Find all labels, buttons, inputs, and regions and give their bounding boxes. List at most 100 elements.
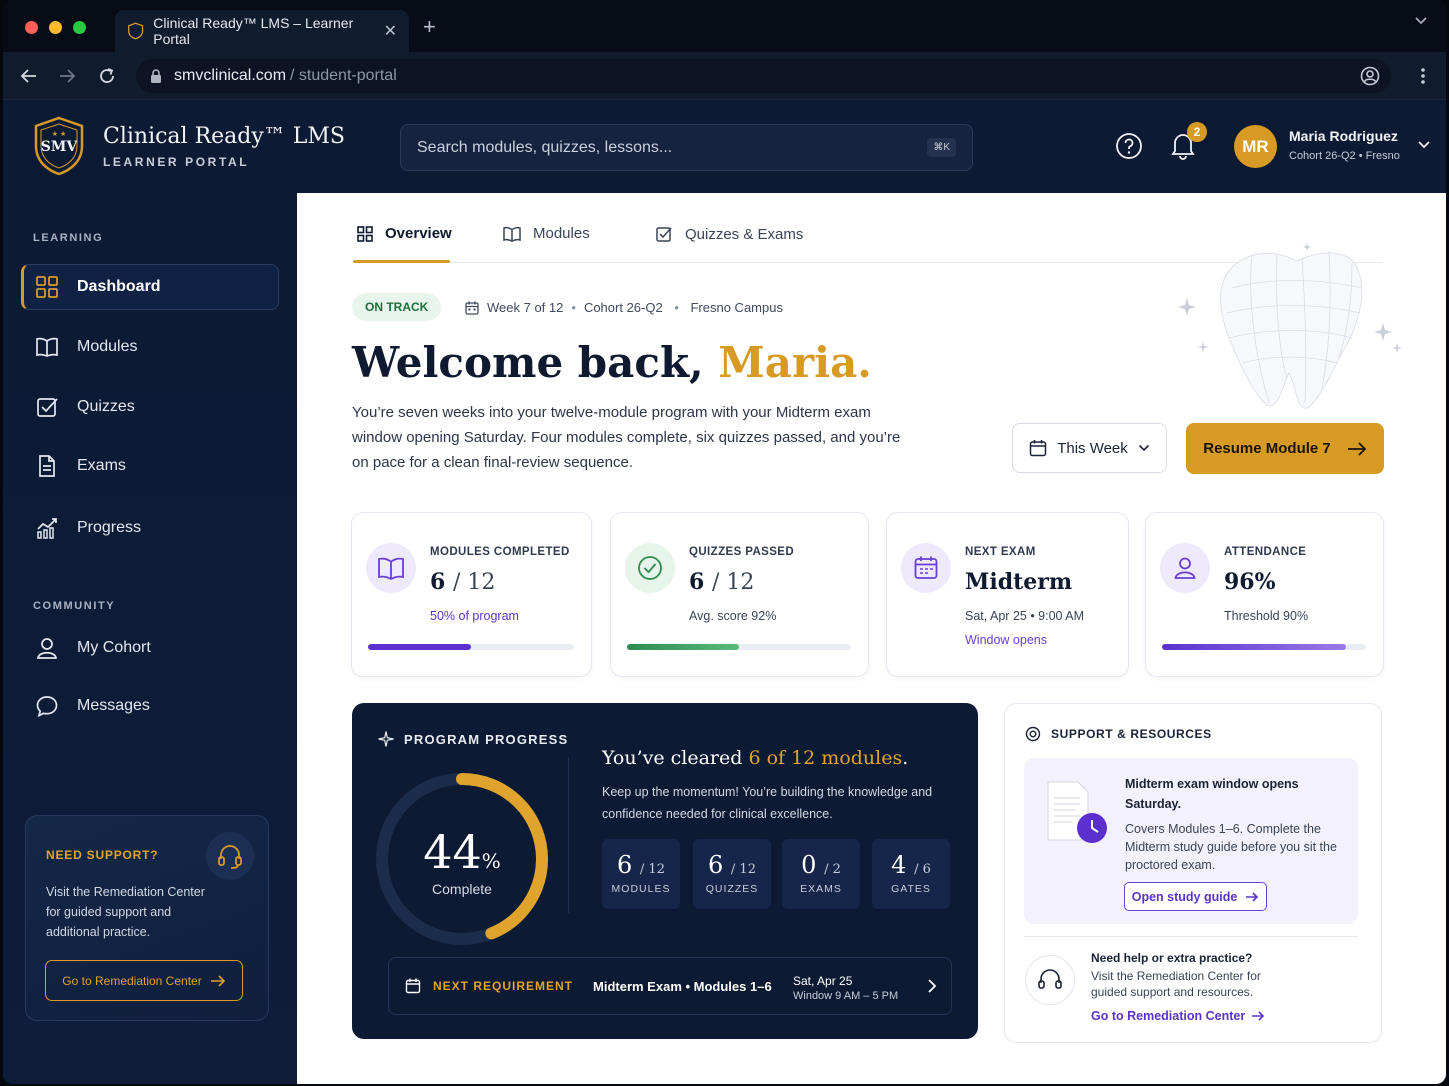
stat-label: MODULES COMPLETED [430, 546, 570, 558]
calendar-icon [901, 543, 951, 593]
minimize-window-button[interactable] [49, 21, 62, 34]
address-bar-row: smvclinical.com / student-portal [3, 52, 1446, 100]
sidebar-item-exams[interactable]: Exams [21, 443, 279, 489]
need-support-title: NEED SUPPORT? [46, 848, 159, 862]
chart-icon [37, 518, 57, 539]
crest-text: SMV [41, 139, 79, 155]
mini-total: / 6 [914, 862, 931, 877]
resume-module-button[interactable]: Resume Module 7 [1186, 423, 1384, 474]
tab-quizzes-exams[interactable]: Quizzes & Exams [655, 225, 803, 243]
app-header: SMV ★ ★ Clinical Ready™ LMS LEARNER PORT… [3, 100, 1446, 193]
meta-cohort: Cohort 26-Q2 [583, 300, 663, 315]
browser-window: Clinical Ready™ LMS – Learner Portal ✕ +… [3, 0, 1446, 1084]
mini-label: QUIZZES [705, 883, 759, 895]
tab-overview[interactable]: Overview [357, 225, 452, 242]
lock-icon [151, 68, 161, 83]
account-icon[interactable] [1360, 66, 1380, 86]
remediation-center-link[interactable]: Go to Remediation Center [1091, 1009, 1265, 1023]
sidebar-item-label: Messages [77, 697, 150, 714]
brand-subtitle: LEARNER PORTAL [103, 155, 250, 169]
stat-sub-link[interactable]: Window opens [965, 633, 1047, 647]
new-tab-icon[interactable]: + [423, 14, 436, 40]
sidebar-item-modules[interactable]: Modules [21, 324, 279, 370]
search-input[interactable] [417, 138, 928, 157]
brand[interactable]: Clinical Ready™ LMS LEARNER PORTAL [103, 124, 345, 169]
help-text: Visit the Remediation Center for guided … [1091, 969, 1261, 999]
help-icon[interactable] [1115, 132, 1143, 160]
tab-bar: Clinical Ready™ LMS – Learner Portal ✕ + [3, 0, 1446, 52]
close-tab-icon[interactable]: ✕ [384, 21, 397, 41]
stat-sub: 50% of program [430, 609, 519, 623]
divider [568, 757, 569, 913]
arrow-right-icon [1252, 1011, 1265, 1021]
sidebar-item-dashboard[interactable]: Dashboard [21, 264, 279, 310]
mini-total: / 2 [824, 862, 841, 877]
sidebar-item-label: Exams [77, 457, 126, 474]
progress-fill [1162, 644, 1346, 650]
stat-card-quizzes[interactable]: QUIZZES PASSED 6 / 12 Avg. score 92% [610, 512, 869, 677]
crest-favicon-icon [128, 22, 144, 40]
mini-stat-exams: 0 / 2 EXAMS [782, 839, 860, 909]
sidebar-item-my-cohort[interactable]: My Cohort [21, 625, 279, 671]
close-window-button[interactable] [25, 21, 38, 34]
tab-list-chevron-icon[interactable] [1414, 16, 1428, 26]
maximize-window-button[interactable] [73, 21, 86, 34]
url-field[interactable]: smvclinical.com / student-portal [136, 59, 1391, 93]
user-name[interactable]: Maria Rodriguez [1289, 128, 1398, 144]
program-progress-title-text: PROGRAM PROGRESS [404, 731, 569, 747]
stat-card-modules[interactable]: MODULES COMPLETED 6 / 12 50% of program [351, 512, 592, 677]
book-icon [36, 337, 58, 357]
forward-arrow-icon[interactable] [57, 66, 77, 86]
program-progress-card: PROGRAM PROGRESS 44% Complete You’ve cle… [352, 703, 978, 1039]
browser-menu-icon[interactable] [1420, 67, 1426, 85]
sidebar-item-label: Dashboard [77, 278, 161, 295]
browser-tab[interactable]: Clinical Ready™ LMS – Learner Portal ✕ [115, 10, 409, 52]
progress-percent: 44% Complete [392, 825, 532, 897]
sidebar-item-label: My Cohort [77, 639, 151, 656]
back-arrow-icon[interactable] [19, 66, 39, 86]
progress-headline: You’ve cleared 6 of 12 modules. [602, 747, 908, 769]
sidebar-item-quizzes[interactable]: Quizzes [21, 384, 279, 430]
page-title: Welcome back, Maria. [352, 338, 872, 387]
stat-label: ATTENDANCE [1224, 546, 1307, 558]
arrow-right-icon [210, 974, 225, 987]
open-study-guide-label: Open study guide [1131, 889, 1238, 904]
stat-sub: Threshold 90% [1224, 609, 1309, 623]
mini-total: / 12 [639, 862, 665, 877]
arrow-right-icon [1246, 891, 1259, 902]
support-resources-card: SUPPORT & RESOURCES Midterm exam window … [1004, 703, 1382, 1043]
next-requirement-row[interactable]: NEXT REQUIREMENT Midterm Exam • Modules … [388, 957, 952, 1015]
progress-complete-label: Complete [432, 881, 492, 897]
next-requirement-desc: Midterm Exam • Modules 1–6 [593, 978, 772, 994]
cohort-meta: Week 7 of 12 • Cohort 26-Q2 • Fresno Cam… [465, 300, 783, 315]
tab-modules[interactable]: Modules [503, 225, 590, 242]
sidebar-item-messages[interactable]: Messages [21, 683, 279, 729]
url-path: / student-portal [290, 67, 397, 84]
chevron-down-icon[interactable] [1417, 140, 1431, 150]
week-filter-select[interactable]: This Week [1012, 423, 1167, 473]
headline-prefix: You’ve cleared [602, 747, 743, 769]
brand-name: Clinical Ready™ LMS [103, 124, 345, 149]
active-tab-indicator [353, 260, 450, 263]
avatar[interactable]: MR [1234, 125, 1277, 168]
next-window: Window 9 AM – 5 PM [793, 990, 899, 1002]
sidebar-item-progress[interactable]: Progress [21, 505, 279, 551]
progress-bar [1162, 644, 1366, 650]
mini-label: EXAMS [800, 883, 842, 895]
smv-crest-logo: SMV ★ ★ [34, 116, 84, 176]
stat-card-next-exam[interactable]: NEXT EXAM Midterm Sat, Apr 25 • 9:00 AM … [886, 512, 1129, 677]
reload-icon[interactable] [97, 66, 117, 86]
stat-value: 6 / 12 [430, 569, 495, 595]
document-icon [39, 455, 55, 477]
next-date: Sat, Apr 25 [793, 974, 853, 988]
remediation-center-button[interactable]: Go to Remediation Center [45, 960, 243, 1001]
tooth-illustration [1178, 243, 1402, 409]
open-study-guide-button[interactable]: Open study guide [1124, 882, 1267, 911]
section-label-community: COMMUNITY [33, 600, 116, 612]
mini-stat-quizzes: 6 / 12 QUIZZES [693, 839, 771, 909]
mini-total: / 12 [730, 862, 756, 877]
search-bar[interactable]: ⌘K [400, 124, 973, 171]
user-icon [37, 638, 57, 659]
stat-card-attendance[interactable]: ATTENDANCE 96% Threshold 90% [1145, 512, 1384, 677]
progress-bar [627, 644, 851, 650]
